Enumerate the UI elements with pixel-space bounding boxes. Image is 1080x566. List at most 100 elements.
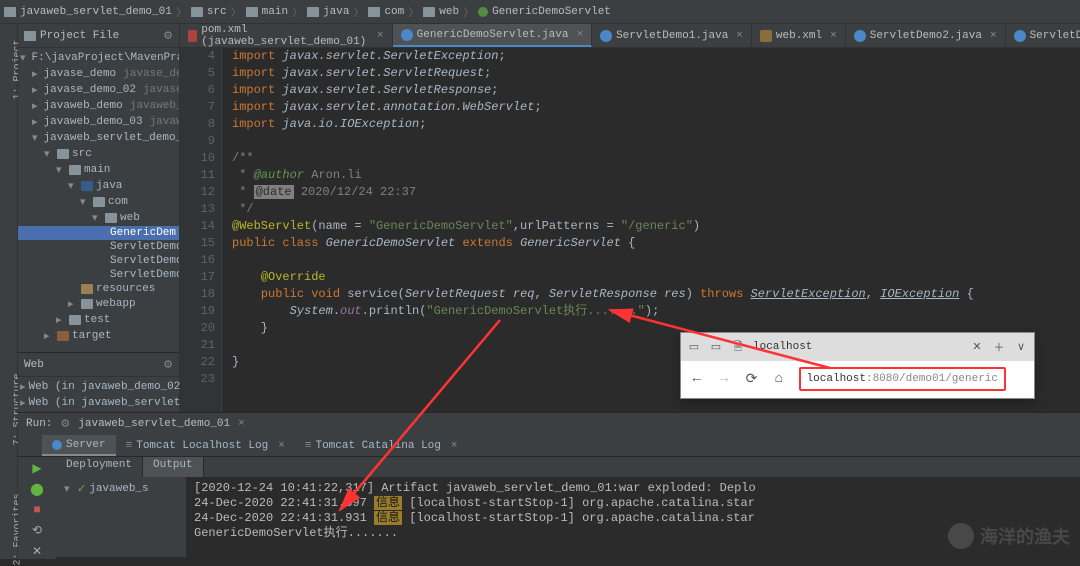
expand-icon[interactable] xyxy=(68,297,78,311)
project-tree[interactable]: F:\javaProject\MavenPratice01javase_demo… xyxy=(18,48,179,346)
tree-item[interactable]: ServletDemo xyxy=(18,254,179,268)
back-icon[interactable]: ← xyxy=(689,371,704,387)
expand-icon[interactable] xyxy=(92,211,102,225)
web-pane: Web ⚙ Web (in javaweb_demo_02) Web (in j… xyxy=(18,352,180,412)
tree-item[interactable]: javase_demojavase_demo xyxy=(18,66,179,82)
editor-tab[interactable]: web.xml× xyxy=(752,24,846,47)
expand-icon[interactable] xyxy=(32,99,38,113)
tree-item[interactable]: src xyxy=(18,146,179,162)
tree-item-label: main xyxy=(84,164,110,176)
settings-icon[interactable]: ⚙ xyxy=(163,29,173,43)
close-icon[interactable]: × xyxy=(830,30,837,42)
breadcrumb-project[interactable]: javaweb_servlet_demo_01 xyxy=(20,6,172,18)
run-config-name[interactable]: javaweb_servlet_demo_01 xyxy=(78,418,230,430)
tree-item[interactable]: F:\javaProject\MavenPratice01 xyxy=(18,50,179,66)
tree-item[interactable]: javaweb_demojavaweb_de xyxy=(18,98,179,114)
web-pane-header[interactable]: Web ⚙ xyxy=(18,353,179,377)
browser-titlebar[interactable]: ▭ ▭ 🗎 localhost ✕ ＋ ∨ xyxy=(681,333,1034,361)
editor-tab[interactable]: ServletDemo2.java× xyxy=(846,24,1006,47)
breadcrumb[interactable]: javaweb_servlet_demo_01 〉src 〉main 〉java… xyxy=(4,4,611,20)
expand-icon[interactable] xyxy=(80,195,90,209)
editor-tab[interactable]: ServletDemo3.java× xyxy=(1006,24,1080,47)
expand-icon[interactable] xyxy=(56,163,66,177)
new-tab-icon[interactable]: ＋ xyxy=(992,340,1006,354)
folder-icon xyxy=(69,165,81,175)
tree-item[interactable]: main xyxy=(18,162,179,178)
expand-icon[interactable] xyxy=(32,83,38,97)
run-button[interactable]: ▶ xyxy=(27,461,47,476)
settings-icon[interactable]: ⚙ xyxy=(163,358,173,372)
editor-tab[interactable]: ServletDemo1.java× xyxy=(592,24,752,47)
run-tab-catalina-log[interactable]: ≡Tomcat Catalina Log× xyxy=(295,435,468,456)
refresh-icon[interactable]: ⟳ xyxy=(744,371,759,387)
run-tabs: Server ≡Tomcat Localhost Log× ≡Tomcat Ca… xyxy=(18,435,1080,457)
file-icon xyxy=(188,30,197,42)
folder-icon xyxy=(105,213,117,223)
run-tab-localhost-log[interactable]: ≡Tomcat Localhost Log× xyxy=(116,435,295,456)
breadcrumb-bar: javaweb_servlet_demo_01 〉src 〉main 〉java… xyxy=(0,0,1080,24)
breadcrumb-class[interactable]: GenericDemoServlet xyxy=(492,6,611,18)
expand-icon[interactable] xyxy=(56,313,66,327)
close-icon[interactable]: × xyxy=(990,30,997,42)
tree-item[interactable]: com xyxy=(18,194,179,210)
tree-item-label: src xyxy=(72,148,92,160)
tool-button[interactable]: ✕ xyxy=(27,544,47,559)
close-tab-icon[interactable]: ✕ xyxy=(970,340,984,354)
expand-icon[interactable] xyxy=(68,179,78,193)
tool-button[interactable]: ⟲ xyxy=(27,523,47,538)
editor-tab[interactable]: pom.xml (javaweb_servlet_demo_01)× xyxy=(180,24,393,47)
expand-icon[interactable] xyxy=(44,147,54,161)
forward-icon[interactable]: → xyxy=(716,371,731,387)
stop-button[interactable]: ■ xyxy=(27,503,47,517)
debug-button[interactable]: ⬤ xyxy=(27,482,47,497)
tree-item[interactable]: resources xyxy=(18,282,179,296)
tree-item-label: ServletDemo xyxy=(110,255,180,267)
deploy-tree[interactable]: ✓ javaweb_s xyxy=(56,477,186,557)
folder-icon xyxy=(246,7,258,17)
tree-item[interactable]: test xyxy=(18,312,179,328)
tree-item[interactable]: javase_demo_02javase_demo xyxy=(18,82,179,98)
subtab-output[interactable]: Output xyxy=(143,457,204,477)
tree-item[interactable]: javaweb_servlet_demo_01ja xyxy=(18,130,179,146)
web-tree[interactable]: Web (in javaweb_demo_02) Web (in javaweb… xyxy=(18,377,179,413)
breadcrumb-item[interactable]: java xyxy=(323,6,349,18)
project-pane-header[interactable]: Project File ⚙ xyxy=(18,24,179,48)
more-icon[interactable]: ∨ xyxy=(1014,340,1028,354)
breadcrumb-item[interactable]: main xyxy=(262,6,288,18)
tree-item[interactable]: web xyxy=(18,210,179,226)
address-bar[interactable]: localhost:8080/demo01/generic xyxy=(799,367,1006,391)
tree-item-label: javase_demo xyxy=(44,68,117,80)
close-icon[interactable]: × xyxy=(377,30,384,42)
tree-item[interactable]: java xyxy=(18,178,179,194)
run-tab-server[interactable]: Server xyxy=(42,435,116,456)
tree-item[interactable]: ✓ javaweb_s xyxy=(60,481,182,497)
expand-icon[interactable] xyxy=(32,131,38,145)
browser-toolbar: ← → ⟳ ⌂ localhost:8080/demo01/generic xyxy=(681,361,1034,397)
breadcrumb-item[interactable]: web xyxy=(439,6,459,18)
home-icon[interactable]: ⌂ xyxy=(771,371,786,387)
web-pane-title: Web xyxy=(24,359,44,371)
tree-item-label: target xyxy=(72,330,112,342)
tree-item-label: javaweb_demo xyxy=(44,100,123,112)
tree-item[interactable]: webapp xyxy=(18,296,179,312)
tree-item[interactable]: ServletDemo xyxy=(18,268,179,282)
tree-item[interactable]: ServletDemo xyxy=(18,240,179,254)
expand-icon[interactable] xyxy=(32,67,38,81)
close-icon[interactable]: × xyxy=(576,29,583,41)
expand-icon[interactable] xyxy=(20,51,26,65)
breadcrumb-item[interactable]: src xyxy=(207,6,227,18)
breadcrumb-item[interactable]: com xyxy=(384,6,404,18)
tree-item[interactable]: GenericDem xyxy=(18,226,179,240)
expand-icon[interactable] xyxy=(32,115,38,129)
tree-item[interactable]: javaweb_demo_03javaweb xyxy=(18,114,179,130)
close-icon[interactable]: × xyxy=(736,30,743,42)
web-tree-item[interactable]: Web (in javaweb_demo_02) xyxy=(18,379,179,395)
console-output[interactable]: [2020-12-24 10:41:22,317] Artifact javaw… xyxy=(186,477,1080,557)
subtab-deployment[interactable]: Deployment xyxy=(56,457,143,477)
web-tree-item[interactable]: Web (in javaweb_servlet_demo xyxy=(18,395,179,411)
tree-item[interactable]: target xyxy=(18,328,179,344)
file-icon xyxy=(1014,30,1026,42)
editor-tab[interactable]: GenericDemoServlet.java× xyxy=(393,24,592,47)
tab-label: Tomcat Catalina Log xyxy=(315,440,440,452)
expand-icon[interactable] xyxy=(44,329,54,343)
